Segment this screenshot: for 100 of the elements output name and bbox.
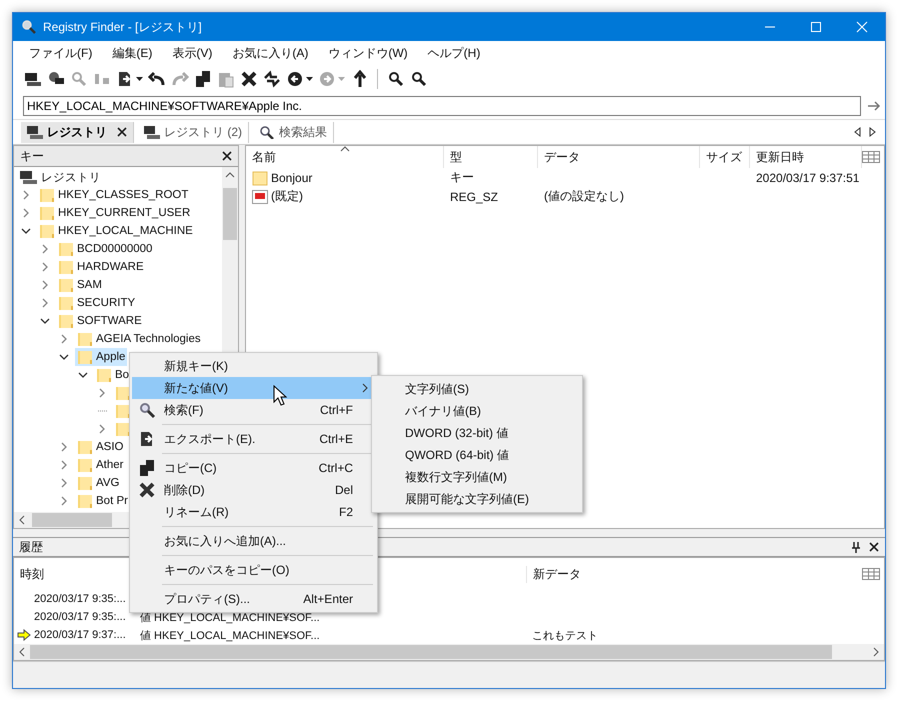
menu-item[interactable]: ウィンドウ(W) [326, 42, 410, 64]
undo-icon [148, 70, 166, 88]
swap-arrows-icon [263, 70, 281, 88]
back-icon [286, 70, 304, 88]
folder-icon [39, 205, 55, 221]
menu-item[interactable]: 展開可能な文字列値(E) [372, 488, 582, 510]
caret-icon [136, 77, 143, 81]
close-icon[interactable] [222, 151, 232, 161]
close-icon[interactable] [117, 127, 127, 137]
scrollbar-thumb[interactable] [32, 513, 112, 527]
toolbar-button[interactable] [386, 69, 406, 89]
arrow-icon[interactable] [867, 99, 881, 113]
table-cell: (値の設定なし) [544, 188, 624, 205]
menu-item[interactable]: プロパティ(S)... Alt+Enter [132, 588, 375, 610]
copy-icon [138, 459, 156, 477]
menu-item[interactable]: 検索(F) Ctrl+F [132, 399, 375, 421]
address-field[interactable]: HKEY_LOCAL_MACHINE¥SOFTWARE¥Apple Inc. [23, 96, 861, 116]
tab[interactable]: レジストリ [21, 122, 134, 142]
folder-icon [77, 439, 93, 455]
tab[interactable]: レジストリ (2) [138, 122, 249, 142]
toolbar-button[interactable] [193, 69, 213, 89]
toolbar-button[interactable] [262, 69, 282, 89]
close-icon[interactable] [869, 542, 879, 552]
menu-item[interactable]: ヘルプ(H) [426, 42, 482, 64]
column-header[interactable]: 更新日時 [750, 146, 862, 168]
menu-item[interactable]: お気に入りへ追加(A)... [132, 530, 375, 552]
search-icon [70, 70, 88, 88]
pin-icon[interactable] [851, 541, 861, 553]
tree-item[interactable]: HARDWARE [56, 258, 146, 276]
tree-item[interactable]: Ather [75, 456, 126, 474]
menu-item[interactable]: 表示(V) [170, 42, 214, 64]
grid-icon[interactable] [862, 151, 880, 163]
menu-item[interactable]: 文字列値(S) [372, 378, 582, 400]
menu-item[interactable]: 複数行文字列値(M) [372, 466, 582, 488]
menu-item[interactable]: エクスポート(E). Ctrl+E [132, 428, 375, 450]
folder-icon [77, 457, 93, 473]
folder-icon [77, 493, 93, 509]
table-cell: REG_SZ [450, 190, 498, 204]
column-header[interactable]: サイズ [700, 146, 750, 168]
search-icon [410, 70, 428, 88]
folder-icon [96, 367, 112, 383]
table-cell: 2020/03/17 9:35:... [34, 593, 126, 605]
tree-item[interactable]: HKEY_CURRENT_USER [37, 204, 192, 222]
table-cell: 2020/03/17 9:35:... [34, 611, 126, 623]
column-header[interactable]: 新データ [526, 566, 733, 582]
menu-item[interactable]: バイナリ値(B) [372, 400, 582, 422]
tree-item[interactable]: BCD00000000 [56, 240, 154, 258]
table-cell: これもテスト [532, 630, 598, 642]
menu-item[interactable]: 編集(E) [110, 42, 154, 64]
delete-icon [240, 70, 258, 88]
tree-item[interactable]: ASIO [75, 438, 126, 456]
menu-item[interactable]: 削除(D) Del [132, 479, 375, 501]
tree-item[interactable]: Bot Pr [75, 492, 130, 510]
scrollbar-thumb[interactable] [223, 188, 237, 240]
tab[interactable]: 検索結果 [253, 122, 334, 142]
grid-icon[interactable] [862, 568, 880, 580]
scrollbar-thumb[interactable] [30, 645, 832, 659]
paste-icon [217, 70, 235, 88]
forward-icon [318, 70, 336, 88]
toolbar-button[interactable] [285, 69, 314, 89]
scroll-right-icon[interactable] [867, 126, 877, 138]
pointer-icon [273, 385, 287, 407]
column-header[interactable]: 名前 [246, 146, 444, 168]
menu-item[interactable]: お気に入り(A) [230, 42, 310, 64]
menu-item[interactable]: DWORD (32-bit) 値 [372, 422, 582, 444]
menu-item[interactable]: キーのパスをコピー(O) [132, 559, 375, 581]
toolbar-button[interactable] [239, 69, 259, 89]
scroll-left-icon[interactable] [853, 126, 863, 138]
tree-item[interactable]: SOFTWARE [56, 312, 144, 330]
tree-item[interactable]: Apple [75, 348, 128, 366]
menu-item[interactable]: リネーム(R) F2 [132, 501, 375, 523]
tree-item[interactable]: HKEY_LOCAL_MACHINE [37, 222, 195, 240]
menu-item[interactable]: ファイル(F) [27, 42, 94, 64]
tree-item[interactable]: Bo [94, 366, 132, 384]
menu-item[interactable]: 新規キー(K) [132, 355, 375, 377]
folder-icon [77, 349, 93, 365]
tree-item[interactable]: SECURITY [56, 294, 138, 312]
string-value-icon [252, 188, 268, 204]
tree-item[interactable]: AGEIA Technologies [75, 330, 203, 348]
folder-icon [77, 331, 93, 347]
column-header[interactable]: 型 [444, 146, 538, 168]
delete-icon [138, 481, 156, 499]
menu-item[interactable]: QWORD (64-bit) 値 [372, 444, 582, 466]
toolbar-button[interactable] [409, 69, 429, 89]
table-cell: 2020/03/17 9:37:... [34, 629, 126, 641]
chevron-icon [361, 383, 369, 393]
window-title: Registry Finder - [レジストリ] [43, 18, 202, 36]
column-header[interactable]: データ [538, 146, 700, 168]
tree-item[interactable]: HKEY_CLASSES_ROOT [37, 186, 190, 204]
tree-item[interactable]: レジストリ [18, 168, 103, 186]
folder-icon [115, 403, 131, 419]
tree-item[interactable]: SAM [56, 276, 104, 294]
tree-item[interactable]: AVG [75, 474, 122, 492]
menu-item[interactable]: コピー(C) Ctrl+C [132, 457, 375, 479]
folder-icon [39, 223, 55, 239]
value-name[interactable]: Bonjour [271, 170, 312, 184]
redo-icon [171, 70, 189, 88]
folder-icon [58, 241, 74, 257]
folder-icon [77, 475, 93, 491]
value-name[interactable]: (既定) [271, 188, 303, 205]
